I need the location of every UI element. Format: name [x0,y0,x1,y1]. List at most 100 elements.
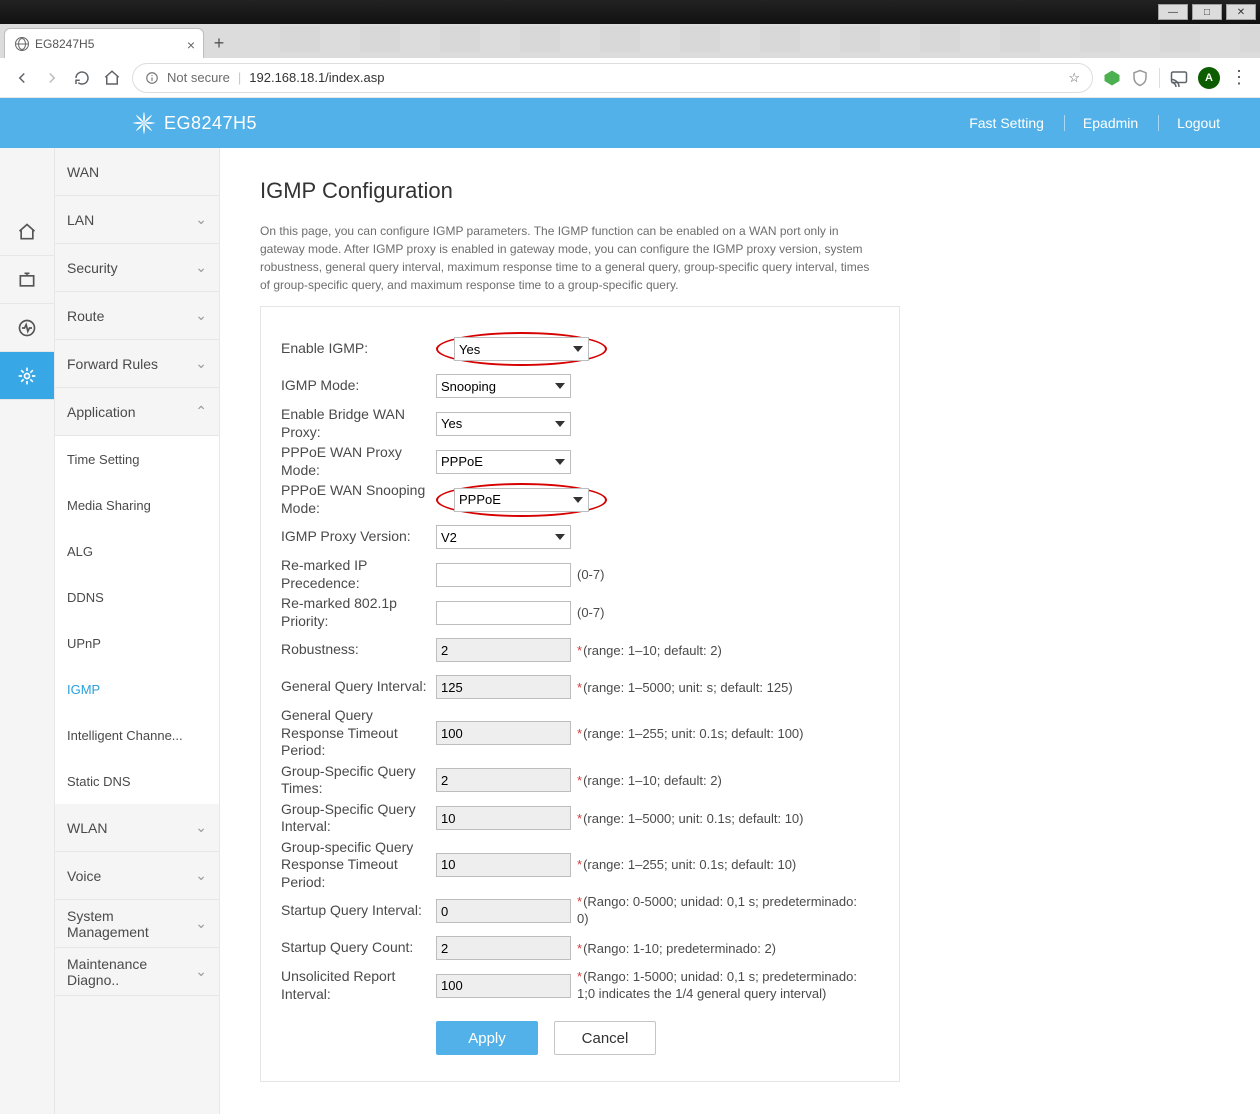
cancel-button[interactable]: Cancel [554,1021,656,1055]
label-bridge-wan: Enable Bridge WAN Proxy: [281,406,436,441]
select-igmp-mode[interactable]: Snooping [436,374,571,398]
back-button[interactable] [12,68,32,88]
rail-settings-icon[interactable] [0,352,54,400]
sidebar-item-system[interactable]: System Management⌄ [55,900,219,948]
select-proxy-ver[interactable]: V2 [436,525,571,549]
security-status: Not secure [167,70,230,85]
apply-button[interactable]: Apply [436,1021,538,1055]
input-gsqr[interactable] [436,853,571,877]
sidebar: WAN LAN⌄ Security⌄ Route⌄ Forward Rules⌄… [55,148,220,1114]
chevron-down-icon: ⌄ [195,915,207,932]
label-uri: Unsolicited Report Interval: [281,968,436,1003]
label-pppoe-snoop: PPPoE WAN Snooping Mode: [281,482,436,517]
sub-item-media[interactable]: Media Sharing [55,482,219,528]
input-sqi[interactable] [436,899,571,923]
fast-setting-link[interactable]: Fast Setting [969,115,1044,131]
device-logo: EG8247H5 [130,109,257,137]
label-robust: Robustness: [281,641,436,659]
application-submenu: Time Setting Media Sharing ALG DDNS UPnP… [55,436,219,804]
browser-tab[interactable]: EG8247H5 × [4,28,204,58]
input-gsqi[interactable] [436,806,571,830]
label-gsqt: Group-Specific Query Times: [281,763,436,798]
input-uri[interactable] [436,974,571,998]
chevron-down-icon: ⌄ [195,211,207,228]
sub-item-intelli[interactable]: Intelligent Channe... [55,712,219,758]
tab-strip: EG8247H5 × + [0,24,1260,58]
sidebar-item-voice[interactable]: Voice⌄ [55,852,219,900]
sidebar-item-application[interactable]: Application⌃ [55,388,219,436]
input-gsqt[interactable] [436,768,571,792]
rail-case-icon[interactable] [0,256,54,304]
rail-home-icon[interactable] [0,208,54,256]
label-sqc: Startup Query Count: [281,939,436,957]
window-titlebar: — □ ✕ [0,0,1260,24]
label-gsqi: Group-Specific Query Interval: [281,801,436,836]
rail-activity-icon[interactable] [0,304,54,352]
sidebar-item-wlan[interactable]: WLAN⌄ [55,804,219,852]
new-tab-button[interactable]: + [204,28,234,58]
address-bar[interactable]: Not secure | 192.168.18.1/index.asp ☆ [132,63,1093,93]
input-ip-prec[interactable] [436,563,571,587]
label-proxy-ver: IGMP Proxy Version: [281,528,436,546]
chevron-down-icon: ⌄ [195,355,207,372]
input-sqc[interactable] [436,936,571,960]
label-gsqr: Group-specific Query Response Timeout Pe… [281,839,436,892]
browser-toolbar: Not secure | 192.168.18.1/index.asp ☆ A … [0,58,1260,98]
sidebar-item-forward[interactable]: Forward Rules⌄ [55,340,219,388]
device-header: EG8247H5 Fast Setting Epadmin Logout [0,98,1260,148]
url-text: 192.168.18.1/index.asp [249,70,384,85]
profile-avatar[interactable]: A [1198,67,1220,89]
window-maximize-button[interactable]: □ [1192,4,1222,20]
hint-ip-prec: (0-7) [577,567,604,582]
select-bridge-wan[interactable]: Yes [436,412,571,436]
sub-item-time[interactable]: Time Setting [55,436,219,482]
other-tabs [240,26,1260,52]
label-gqi: General Query Interval: [281,678,436,696]
window-minimize-button[interactable]: — [1158,4,1188,20]
sidebar-item-route[interactable]: Route⌄ [55,292,219,340]
username-label[interactable]: Epadmin [1064,115,1138,131]
hint-8021p: (0-7) [577,605,604,620]
sidebar-item-diag[interactable]: Maintenance Diagno..⌄ [55,948,219,996]
sub-item-alg[interactable]: ALG [55,528,219,574]
chevron-down-icon: ⌄ [195,819,207,836]
window-close-button[interactable]: ✕ [1226,4,1256,20]
browser-menu-button[interactable]: ⋮ [1230,67,1248,88]
sidebar-item-security[interactable]: Security⌄ [55,244,219,292]
sub-item-igmp[interactable]: IGMP [55,666,219,712]
select-enable-igmp[interactable]: Yes [454,337,589,361]
sub-item-ddns[interactable]: DDNS [55,574,219,620]
shield-icon[interactable] [1131,69,1149,87]
label-sqi: Startup Query Interval: [281,902,436,920]
logout-link[interactable]: Logout [1158,115,1220,131]
select-pppoe-snoop[interactable]: PPPoE [454,488,589,512]
input-8021p[interactable] [436,601,571,625]
page-description: On this page, you can configure IGMP par… [260,222,880,294]
tab-close-icon[interactable]: × [187,37,195,53]
label-ip-prec: Re-marked IP Precedence: [281,557,436,592]
forward-button[interactable] [42,68,62,88]
chevron-down-icon: ⌄ [195,867,207,884]
sidebar-item-lan[interactable]: LAN⌄ [55,196,219,244]
highlight-oval: Yes [436,332,607,366]
page-title: IGMP Configuration [260,178,1220,204]
adblock-icon[interactable] [1103,69,1121,87]
igmp-form-panel: Enable IGMP: Yes IGMP Mode: Snooping Ena… [260,306,900,1082]
label-igmp-mode: IGMP Mode: [281,377,436,395]
input-gqi[interactable] [436,675,571,699]
globe-icon [15,37,29,51]
cast-icon[interactable] [1170,69,1188,87]
sidebar-item-wan[interactable]: WAN [55,148,219,196]
bookmark-star-icon[interactable]: ☆ [1068,70,1080,86]
label-enable-igmp: Enable IGMP: [281,340,436,358]
sub-item-staticdns[interactable]: Static DNS [55,758,219,804]
input-gqr[interactable] [436,721,571,745]
label-gqr: General Query Response Timeout Period: [281,707,436,760]
sub-item-upnp[interactable]: UPnP [55,620,219,666]
input-robust[interactable] [436,638,571,662]
chevron-down-icon: ⌄ [195,963,207,980]
home-button[interactable] [102,68,122,88]
reload-button[interactable] [72,68,92,88]
highlight-oval: PPPoE [436,483,607,517]
select-pppoe-proxy[interactable]: PPPoE [436,450,571,474]
